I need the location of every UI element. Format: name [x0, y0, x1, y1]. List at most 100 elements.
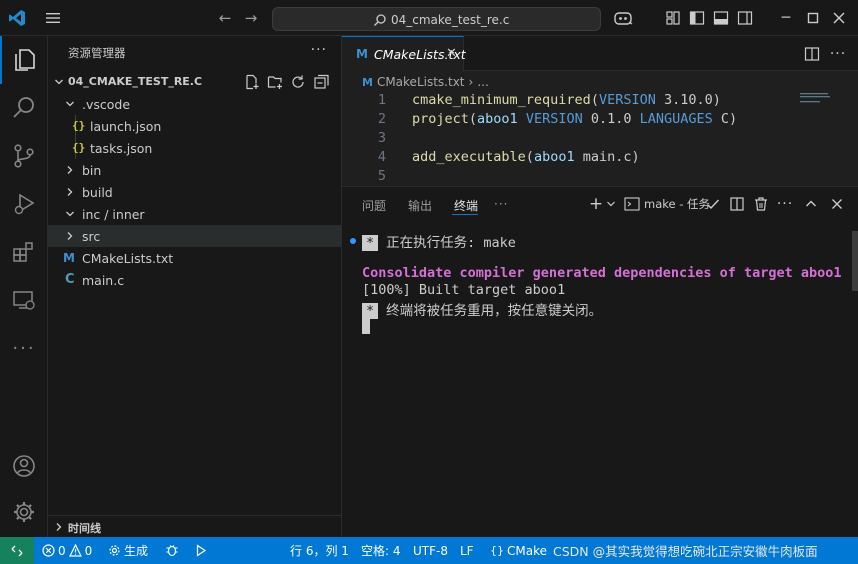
terminal-task-selector[interactable]: make - 任务: [624, 196, 710, 212]
timeline-section-header[interactable]: 时间线: [48, 515, 342, 537]
editor-more-icon[interactable]: ···: [829, 45, 847, 63]
back-arrow-icon[interactable]: ←: [216, 9, 234, 27]
collapse-all-icon[interactable]: [313, 74, 330, 90]
new-terminal-icon[interactable]: +: [588, 195, 604, 213]
more-actions-icon[interactable]: ···: [0, 324, 48, 372]
vscode-logo-icon: [9, 10, 25, 26]
tree-item-cmakelists[interactable]: M CMakeLists.txt: [48, 247, 342, 269]
trash-icon[interactable]: [752, 195, 770, 213]
code-line: 5: [342, 168, 798, 187]
split-editor-icon[interactable]: [803, 45, 821, 63]
terminal-line: Consolidate compiler generated dependenc…: [362, 265, 842, 281]
tree-item-main-c[interactable]: C main.c: [48, 269, 342, 291]
json-file-icon: {}: [72, 119, 86, 132]
debug-icon[interactable]: [165, 542, 179, 559]
source-control-activity[interactable]: [0, 132, 48, 180]
editor-tab-bar: M CMakeLists.txt ✕ ···: [342, 36, 858, 71]
remote-indicator[interactable]: [0, 537, 34, 564]
accounts-activity[interactable]: [0, 442, 48, 490]
customize-layout-icon[interactable]: [664, 9, 682, 27]
tree-item-build[interactable]: build: [48, 181, 342, 203]
maximize-icon[interactable]: [804, 9, 822, 27]
activity-bar: ···: [0, 36, 48, 537]
explorer-activity[interactable]: [0, 36, 48, 84]
chevron-down-icon: [55, 79, 63, 85]
close-tab-icon[interactable]: ✕: [446, 46, 457, 61]
minimap[interactable]: [800, 92, 840, 112]
new-folder-icon[interactable]: [267, 74, 284, 90]
maximize-panel-icon[interactable]: [802, 195, 820, 213]
terminal-scrollbar[interactable]: [852, 231, 858, 291]
tree-item-bin[interactable]: bin: [48, 159, 342, 181]
editor-scrollbar[interactable]: [850, 71, 858, 186]
bottom-panel: 问题 输出 终端 ··· + make - 任务 ··· * 正在执行任务: ma…: [342, 186, 858, 537]
tree-item-label: inc / inner: [82, 207, 145, 222]
toggle-primary-sidebar-icon[interactable]: [688, 9, 706, 27]
problems-status[interactable]: 0 0: [42, 542, 92, 559]
search-icon: [13, 97, 34, 118]
tree-item-inc-inner[interactable]: inc / inner: [48, 203, 342, 225]
new-file-icon[interactable]: [244, 74, 261, 90]
sidebar-more-icon[interactable]: ···: [311, 42, 327, 58]
tree-item-label: build: [82, 185, 113, 200]
split-terminal-icon[interactable]: [728, 195, 746, 213]
tree-item-tasks-json[interactable]: {} tasks.json: [48, 137, 342, 159]
language-status[interactable]: {} CMake: [490, 542, 547, 559]
cmake-file-icon: M: [362, 75, 373, 89]
warning-count: 0: [84, 543, 93, 558]
breadcrumb-chevron-icon: ›: [468, 75, 474, 89]
search-activity[interactable]: [0, 84, 48, 132]
minimize-icon[interactable]: ─: [777, 9, 795, 27]
breadcrumb-more[interactable]: ...: [477, 75, 488, 89]
line-number: 4: [377, 149, 386, 165]
encoding-status[interactable]: UTF-8: [413, 542, 448, 559]
manage-activity[interactable]: [0, 488, 48, 536]
tab-terminal[interactable]: 终端: [454, 197, 478, 214]
eol-status[interactable]: LF: [460, 542, 474, 559]
remote-explorer-activity[interactable]: [0, 276, 48, 324]
tab-cmakelists[interactable]: M CMakeLists.txt ✕: [342, 36, 466, 71]
tree-item-label: main.c: [82, 273, 125, 288]
terminal-more-icon[interactable]: ···: [776, 195, 794, 213]
indentation-status[interactable]: 空格: 4: [361, 542, 401, 559]
cursor-position[interactable]: 行 6，列 1: [290, 542, 349, 559]
code-line: 2 project(aboo1 VERSION 0.1.0 LANGUAGES …: [342, 111, 798, 130]
toggle-panel-icon[interactable]: [712, 9, 730, 27]
language-label: CMake: [507, 543, 547, 558]
command-decoration-icon: [350, 238, 356, 244]
chevron-down-icon[interactable]: [606, 195, 616, 213]
search-text: 04_cmake_test_re.c: [391, 13, 510, 27]
forward-arrow-icon[interactable]: →: [242, 9, 260, 27]
run-icon[interactable]: [195, 542, 207, 559]
command-center-search[interactable]: 04_cmake_test_re.c: [272, 7, 601, 31]
check-icon[interactable]: [704, 195, 722, 213]
tree-item-vscode[interactable]: .vscode: [48, 93, 342, 115]
workspace-folder-header[interactable]: 04_CMAKE_TEST_RE.C: [48, 71, 342, 93]
tree-item-src[interactable]: src: [48, 225, 342, 247]
title-bar: ← → 04_cmake_test_re.c ─: [0, 0, 858, 36]
tree-item-launch-json[interactable]: {} launch.json: [48, 115, 342, 137]
tab-output[interactable]: 输出: [408, 197, 432, 214]
tab-problems[interactable]: 问题: [362, 197, 386, 214]
copilot-icon[interactable]: [612, 9, 634, 27]
refresh-icon[interactable]: [290, 74, 307, 90]
remote-icon: [11, 545, 23, 556]
toggle-secondary-sidebar-icon[interactable]: [736, 9, 754, 27]
run-debug-activity[interactable]: [0, 180, 48, 228]
panel-more-icon[interactable]: ···: [494, 197, 508, 211]
tree-item-label: launch.json: [90, 119, 162, 134]
breadcrumb-file[interactable]: CMakeLists.txt: [377, 75, 465, 89]
close-panel-icon[interactable]: [828, 195, 846, 213]
build-status[interactable]: 生成: [108, 542, 148, 559]
json-file-icon: {}: [72, 141, 86, 154]
source-control-icon: [14, 144, 34, 168]
close-window-icon[interactable]: [830, 9, 848, 27]
chevron-down-icon: [66, 101, 74, 107]
extensions-icon: [13, 242, 33, 262]
terminal-text: 终端将被任务重用，按任意键关闭。: [386, 303, 603, 319]
explorer-sidebar: 资源管理器 ··· 04_CMAKE_TEST_RE.C .vscode {} …: [48, 36, 342, 537]
extensions-activity[interactable]: [0, 228, 48, 276]
menu-icon[interactable]: [44, 10, 62, 26]
code-text: project(aboo1 VERSION 0.1.0 LANGUAGES C): [412, 111, 738, 127]
chevron-right-icon: [56, 523, 62, 531]
